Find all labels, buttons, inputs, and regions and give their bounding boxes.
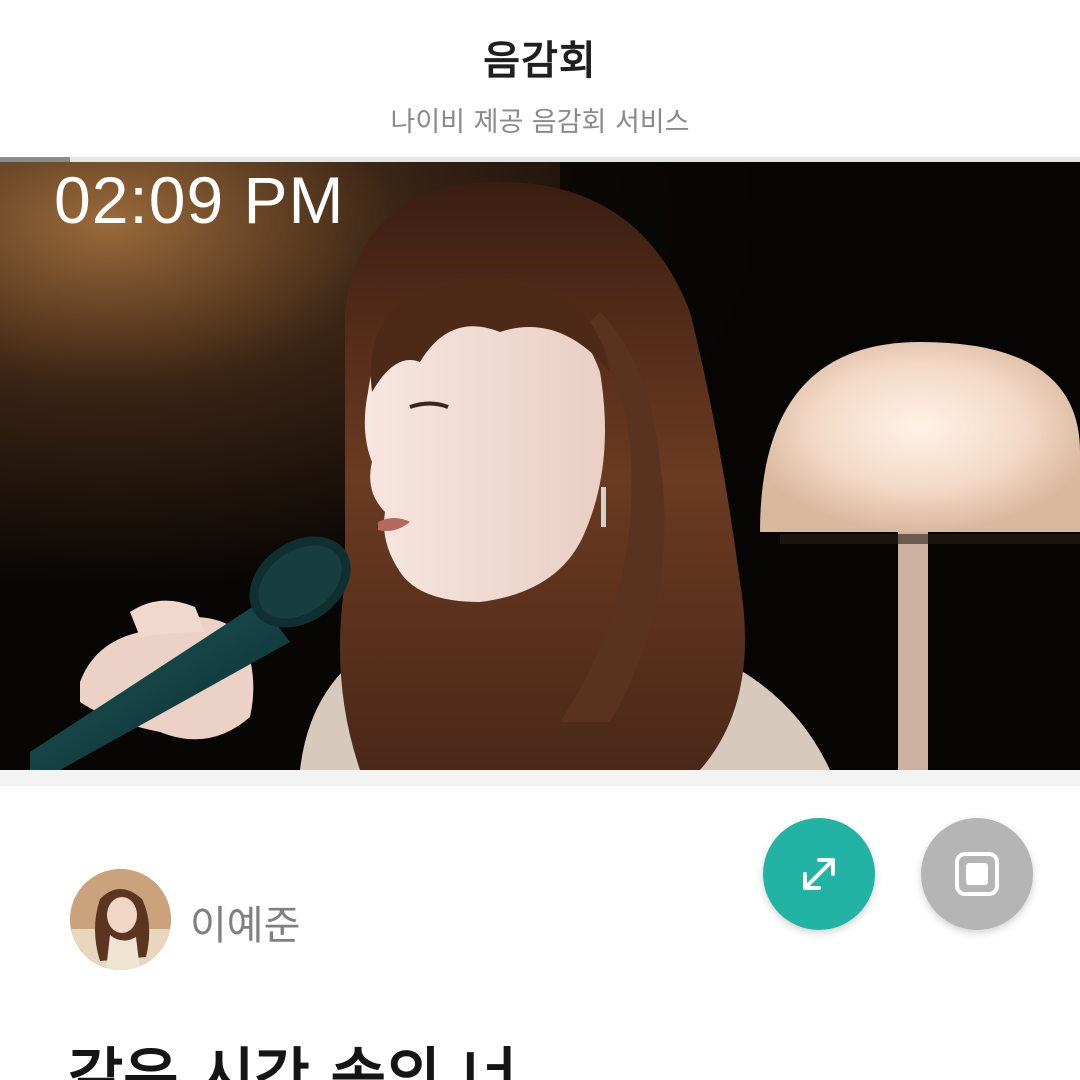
song-title: 같은 시간 속의 너 bbox=[68, 1042, 518, 1080]
screen: 음감회 나이비 제공 음감회 서비스 02:09 PM 이예준 같은 시간 속의… bbox=[0, 0, 1080, 1080]
video-player[interactable]: 02:09 PM bbox=[0, 162, 1080, 770]
page-title: 음감회 bbox=[483, 38, 597, 84]
artist-name[interactable]: 이예준 bbox=[190, 893, 300, 951]
avatar-image bbox=[70, 869, 171, 970]
picture-in-picture-icon bbox=[955, 852, 999, 896]
app-header: 음감회 나이비 제공 음감회 서비스 bbox=[0, 0, 1080, 158]
video-frame bbox=[0, 162, 1080, 770]
artist-avatar[interactable] bbox=[70, 869, 171, 970]
video-divider bbox=[0, 770, 1080, 786]
expand-arrows-icon bbox=[803, 858, 835, 890]
fullscreen-button[interactable] bbox=[763, 818, 875, 930]
video-timestamp-overlay: 02:09 PM bbox=[54, 163, 345, 237]
page-subtitle: 나이비 제공 음감회 서비스 bbox=[390, 107, 690, 138]
picture-in-picture-button[interactable] bbox=[921, 818, 1033, 930]
